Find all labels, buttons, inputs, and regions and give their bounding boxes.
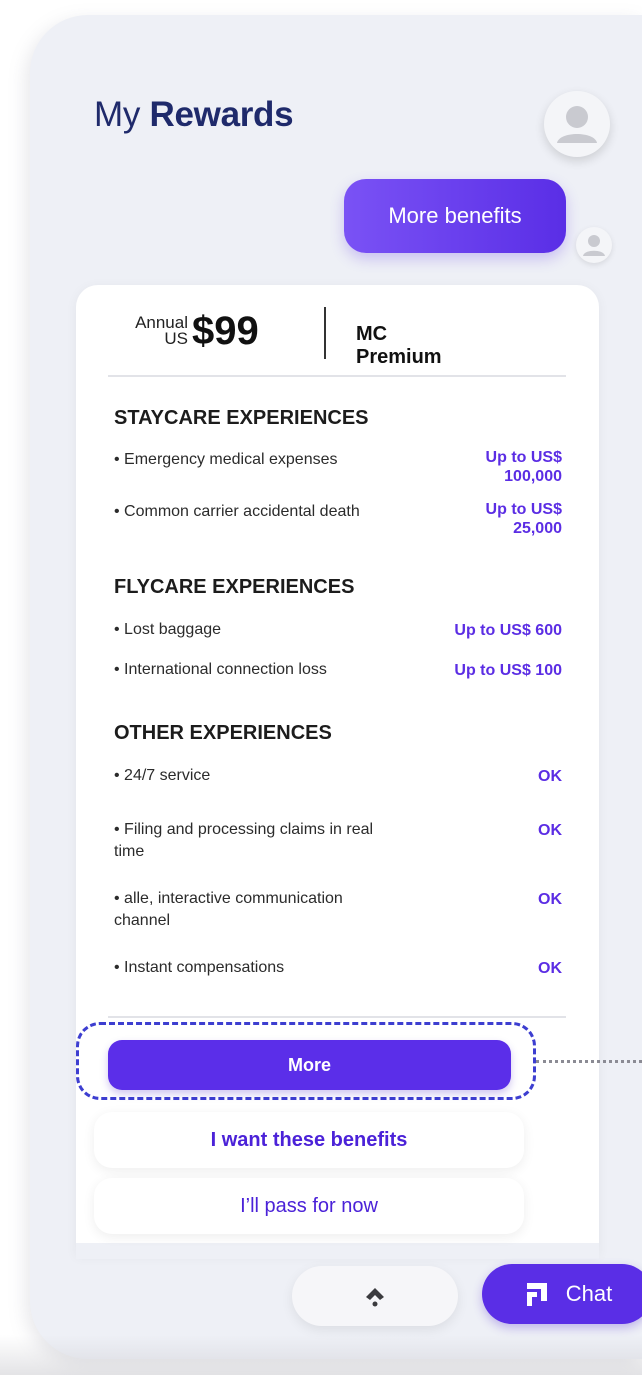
want-benefits-button[interactable]: I want these benefits xyxy=(94,1112,524,1168)
benefit-value-line: Up to US$ xyxy=(485,449,562,466)
scroll-up-button[interactable] xyxy=(292,1266,458,1326)
benefit-label: alle, interactive communication channel xyxy=(114,888,399,932)
avatar-profile[interactable] xyxy=(544,91,610,157)
benefit-label: Common carrier accidental death xyxy=(114,501,399,523)
chat-label: Chat xyxy=(565,1281,613,1306)
benefit-value: OK xyxy=(538,768,562,785)
benefit-label: Filing and processing claims in real tim… xyxy=(114,819,399,863)
divider xyxy=(108,375,566,377)
benefit-label: International connection loss xyxy=(114,659,399,681)
benefit-value-line: Up to US$ xyxy=(485,501,562,518)
chat-icon xyxy=(526,1283,547,1306)
chat-button[interactable]: Chat xyxy=(482,1264,642,1324)
benefit-value-line: 25,000 xyxy=(513,520,562,537)
divider xyxy=(108,1016,566,1018)
benefit-label: Instant compensations xyxy=(114,957,399,979)
pass-button[interactable]: I’ll pass for now xyxy=(94,1178,524,1234)
benefit-label: Emergency medical expenses xyxy=(114,449,399,471)
benefit-value: Up to US$ 25,000 xyxy=(412,500,562,538)
benefit-label: 24/7 service xyxy=(114,765,399,787)
benefit-label: Lost baggage xyxy=(114,619,399,641)
user-icon xyxy=(557,106,597,143)
card-fade xyxy=(76,1243,599,1259)
section-title-staycare: STAYCARE EXPERIENCES xyxy=(114,407,369,429)
annotation-connector xyxy=(536,1060,642,1063)
benefit-value: Up to US$ 100,000 xyxy=(412,448,562,486)
benefit-value: OK xyxy=(538,960,562,977)
benefit-value: Up to US$ 600 xyxy=(454,622,562,639)
user-icon xyxy=(583,235,605,256)
currency-label: US xyxy=(164,329,188,348)
chevron-up-icon xyxy=(366,1287,384,1306)
more-benefits-button[interactable]: More benefits xyxy=(344,179,566,253)
section-title-flycare: FLYCARE EXPERIENCES xyxy=(114,576,355,598)
plan-price: $99 xyxy=(192,309,259,353)
price-period: Annual US xyxy=(114,314,188,348)
page-title: My Rewards xyxy=(94,95,294,135)
page-title-emphasis: Rewards xyxy=(149,95,294,134)
page-title-prefix: My xyxy=(94,95,141,134)
benefit-value: OK xyxy=(538,822,562,839)
plan-name: MC Premium xyxy=(356,323,442,368)
bottom-shadow xyxy=(0,1335,642,1375)
benefit-value: OK xyxy=(538,891,562,908)
benefit-value: Up to US$ 100 xyxy=(454,662,562,679)
more-button[interactable]: More xyxy=(108,1040,511,1090)
avatar-small xyxy=(576,227,612,263)
benefits-card: Annual US $99 MC Premium STAYCARE EXPERIE… xyxy=(76,285,599,1255)
section-title-other: OTHER EXPERIENCES xyxy=(114,722,332,744)
benefit-value-line: 100,000 xyxy=(504,468,562,485)
vertical-divider xyxy=(324,307,326,359)
